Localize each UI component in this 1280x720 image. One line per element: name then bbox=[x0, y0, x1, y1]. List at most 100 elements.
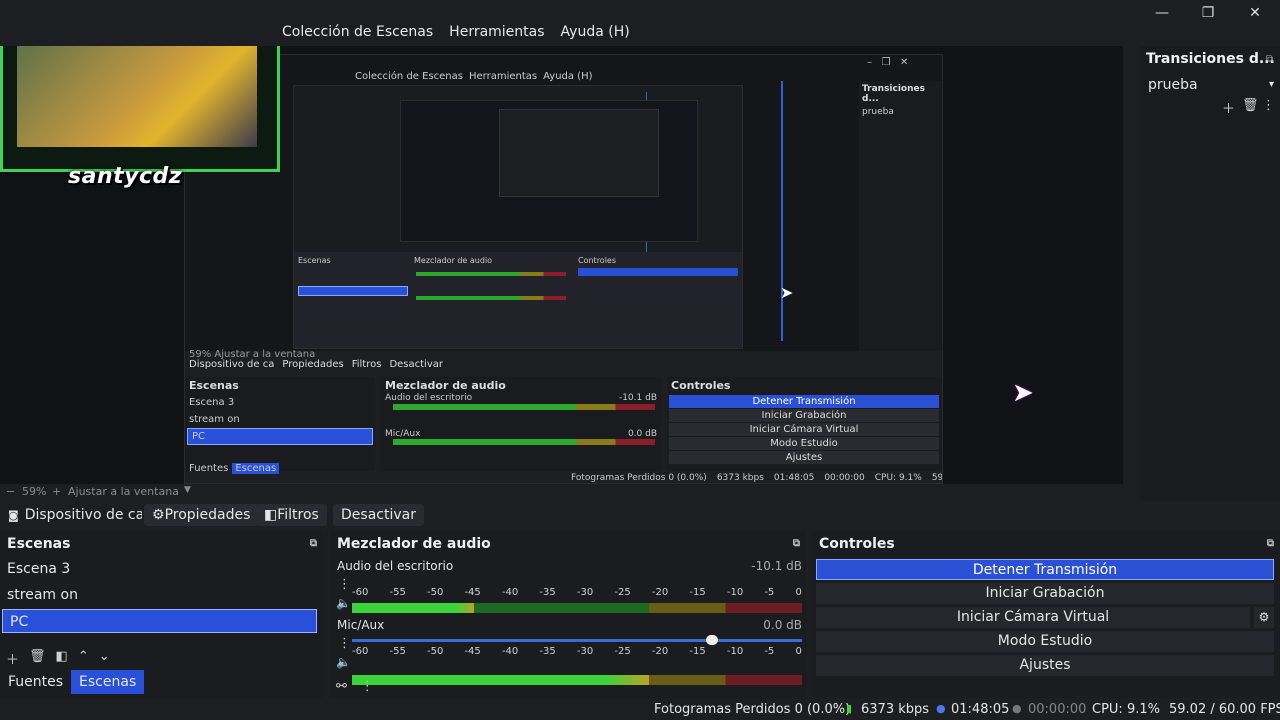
fit-window-label[interactable]: Ajustar a la ventana bbox=[68, 485, 179, 498]
stop-streaming-button[interactable]: Detener Transmisión bbox=[816, 559, 1274, 580]
nested-ch1-meter bbox=[393, 404, 655, 410]
add-icon[interactable]: ＋ bbox=[1222, 98, 1235, 117]
cursor-icon: ➤ bbox=[1012, 378, 1034, 408]
chevron-down-icon[interactable]: ⌄ bbox=[99, 649, 110, 668]
channel-db: 0.0 dB bbox=[763, 618, 802, 632]
scale-tick: -10 bbox=[726, 646, 744, 657]
nested-docks-mini: Escenas Mezclador de audio Controles bbox=[294, 252, 742, 348]
preview-canvas[interactable]: Colección de Escenas Herramientas Ayuda … bbox=[0, 46, 1123, 484]
scale-tick: -20 bbox=[651, 646, 669, 657]
scale-tick: -35 bbox=[539, 646, 556, 657]
menu-item-help[interactable]: Ayuda (H) bbox=[561, 24, 630, 40]
volume-slider[interactable] bbox=[352, 635, 802, 645]
transitions-title: Transiciones d... bbox=[1146, 51, 1275, 67]
nested-tab-active: Escenas bbox=[232, 463, 280, 474]
chevron-up-icon[interactable]: ⌃ bbox=[78, 649, 89, 668]
zoom-out-icon[interactable]: − bbox=[6, 485, 15, 498]
nested-tab: Fuentes bbox=[189, 463, 229, 474]
nested-toolbar-item: Dispositivo de ca bbox=[189, 359, 275, 370]
transition-select[interactable]: prueba ▾ bbox=[1144, 74, 1278, 96]
nested-mini-selected bbox=[298, 286, 408, 296]
trash-icon[interactable]: 🗑 bbox=[1242, 98, 1259, 113]
speaker-icon[interactable]: 🔈 bbox=[336, 655, 351, 669]
more-icon[interactable]: ⋮ bbox=[1262, 98, 1275, 113]
more-icon[interactable]: ⋮ bbox=[338, 577, 351, 592]
nested-controls-dock: Controles Detener Transmisión Iniciar Gr… bbox=[667, 377, 941, 471]
nested-obs-capture: Colección de Escenas Herramientas Ayuda … bbox=[184, 54, 943, 484]
nested-status-kbps: 6373 kbps bbox=[716, 473, 764, 483]
dock-float-icon[interactable]: ⧉ bbox=[793, 531, 800, 557]
gear-icon[interactable]: ⚙ bbox=[1254, 607, 1274, 628]
channel-name: Audio del escritorio bbox=[337, 559, 454, 573]
scale-tick: -55 bbox=[389, 646, 406, 657]
dock-float-icon[interactable]: ⧉ bbox=[1266, 54, 1273, 65]
nested-mini-meter bbox=[416, 296, 566, 300]
nested-toolbar-item: Desactivar bbox=[389, 359, 443, 370]
nested-scene-item: Escena 3 bbox=[189, 397, 235, 408]
scenes-title-label: Escenas bbox=[7, 536, 71, 552]
scale-tick: -50 bbox=[426, 587, 444, 598]
nested-level-3 bbox=[400, 100, 698, 242]
scale-tick: 0 bbox=[795, 646, 802, 657]
nested-control-button: Iniciar Cámara Virtual bbox=[669, 423, 939, 436]
zoom-percent: 59% bbox=[22, 485, 47, 498]
nested-control-button: Iniciar Grabación bbox=[669, 409, 939, 422]
scale-tick: -20 bbox=[651, 587, 669, 598]
nested-scene-tabs: Fuentes Escenas bbox=[185, 445, 375, 474]
scale-tick: -45 bbox=[464, 587, 481, 598]
close-button[interactable]: ✕ bbox=[1241, 4, 1269, 22]
deactivate-button[interactable]: Desactivar bbox=[333, 504, 424, 526]
link-icon[interactable]: ⚯ bbox=[336, 679, 347, 694]
scene-item[interactable]: stream on bbox=[0, 583, 323, 607]
fps: 59.02 / 60.00 FPS bbox=[1169, 702, 1280, 717]
tab-scenes[interactable]: Escenas bbox=[71, 670, 145, 694]
more-icon[interactable]: ⋮ bbox=[338, 636, 351, 651]
menu-item-scene-collection[interactable]: Colección de Escenas bbox=[282, 24, 433, 40]
filters-label: Filtros bbox=[277, 507, 319, 523]
add-icon[interactable]: ＋ bbox=[6, 649, 19, 668]
dock-tabs: Fuentes Escenas bbox=[0, 670, 145, 694]
meter-level bbox=[352, 603, 474, 613]
speaker-icon[interactable]: 🔈 bbox=[336, 596, 351, 610]
scale-tick: -30 bbox=[576, 587, 594, 598]
nested-mini-title: Escenas bbox=[298, 256, 331, 265]
record-time: 00:00:00 bbox=[1028, 702, 1087, 717]
menu-item-tools[interactable]: Herramientas bbox=[449, 24, 544, 40]
zoom-in-icon[interactable]: + bbox=[52, 485, 61, 498]
start-virtual-camera-button[interactable]: Iniciar Cámara Virtual bbox=[816, 607, 1250, 628]
dock-float-icon[interactable]: ⧉ bbox=[310, 531, 317, 557]
dock-float-icon[interactable]: ⧉ bbox=[1267, 531, 1274, 557]
nested-scenes-title: Escenas bbox=[189, 379, 239, 392]
scene-item[interactable]: Escena 3 bbox=[0, 557, 323, 581]
nested-control-button: Detener Transmisión bbox=[669, 395, 939, 408]
tab-sources[interactable]: Fuentes bbox=[0, 670, 71, 694]
nested-toolbar: Dispositivo de ca Propiedades Filtros De… bbox=[185, 359, 942, 375]
nested-status-dropped: Fotogramas Perdidos 0 (0.0%) bbox=[571, 473, 707, 483]
menu-bar: Colección de Escenas Herramientas Ayuda … bbox=[0, 0, 1280, 46]
scale-tick: -15 bbox=[689, 587, 706, 598]
more-icon[interactable]: ⋮ bbox=[361, 679, 374, 694]
mixer-actions: ⚯ ⋮ bbox=[336, 679, 374, 694]
studio-mode-button[interactable]: Modo Estudio bbox=[816, 631, 1274, 652]
chevron-down-icon[interactable]: ▼ bbox=[184, 485, 191, 495]
trash-icon[interactable]: 🗑 bbox=[29, 649, 46, 668]
status-bar: Fotogramas Perdidos 0 (0.0%) ▮ 6373 kbps… bbox=[0, 700, 1280, 720]
minimize-button[interactable]: — bbox=[1148, 4, 1176, 22]
start-recording-button[interactable]: Iniciar Grabación bbox=[816, 583, 1274, 604]
maximize-button[interactable]: ❐ bbox=[1194, 4, 1222, 22]
nested-menu: Colección de Escenas Herramientas Ayuda … bbox=[355, 71, 593, 82]
filters-button[interactable]: ◧Filtros bbox=[256, 504, 327, 526]
settings-button[interactable]: Ajustes bbox=[816, 655, 1274, 676]
transition-select-value: prueba bbox=[1148, 77, 1198, 93]
nested-status-cpu: CPU: 9.1% bbox=[874, 473, 922, 483]
properties-button[interactable]: ⚙Propiedades bbox=[144, 504, 259, 526]
nested-ch2-db: 0.0 dB bbox=[627, 429, 657, 439]
scene-item-selected[interactable]: PC bbox=[2, 609, 317, 633]
filter-icon[interactable]: ◧ bbox=[56, 649, 68, 668]
nested-toolbar-item: Propiedades bbox=[282, 359, 344, 370]
scenes-dock: Escenas ⧉ Escena 3 stream on PC ＋ 🗑 ◧ ⌃ … bbox=[0, 531, 323, 698]
slider-knob[interactable] bbox=[706, 635, 718, 645]
nested-control-button: Ajustes bbox=[669, 451, 939, 464]
nested-level-4 bbox=[499, 109, 659, 197]
gear-icon: ⚙ bbox=[152, 507, 165, 523]
